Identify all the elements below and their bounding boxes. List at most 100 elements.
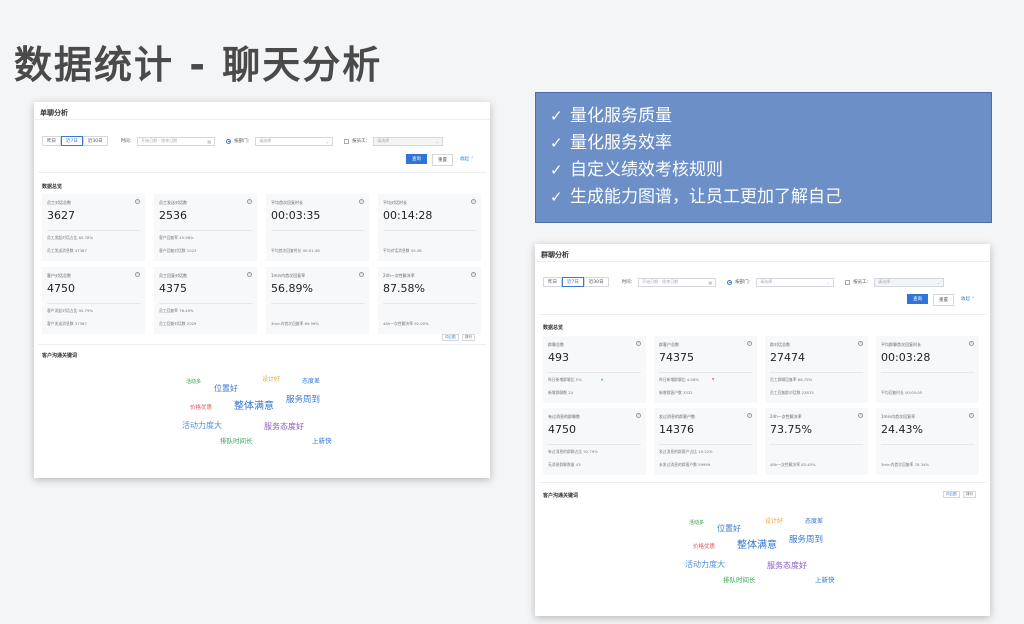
metric-title: 客户对话总数 [47,273,71,278]
info-icon[interactable]: ? [969,413,974,418]
tab-30days[interactable]: 近30日 [583,277,609,287]
ranking-tab[interactable]: 排行 [462,334,475,341]
check-icon: ✓ [550,107,563,125]
metric-card: 员工对话总数? 3627 员工发起对话占比 65.78% 员工发送消息数 47387 [42,194,145,261]
keyword-tag: 态度差 [302,378,321,385]
keyword-tag: 价格优惠 [693,544,716,550]
ranking-tab[interactable]: 排行 [963,491,976,498]
metric-card: 24h一次性解决率? 73.75% 48h一次性解决率 83.45% [765,408,868,475]
date-range-input[interactable]: 开始日期 - 结束日期 ▦ [137,136,216,146]
overview-title: 数据总览 [42,184,63,190]
metric-sub-2: 平均首次回复时长 00:01:48 [271,248,320,253]
info-icon[interactable]: ? [471,272,476,277]
metric-value: 00:03:35 [271,209,321,222]
metric-card: 24h一次性解决率? 87.58% 48h一次性解决率 92.00% [378,267,481,334]
tab-30days[interactable]: 近30日 [82,136,108,146]
metric-sub-2: 无消息群聊数量 43 [548,462,581,467]
metric-card: 员工回复对话数? 4375 员工回复率 76.49% 员工回复对话数 2029 [154,267,257,334]
info-icon[interactable]: ? [858,413,863,418]
collapse-link[interactable]: 收起 ⌃ [961,296,975,302]
metric-sub-1: 客户发起对话占比 92.79% [47,308,94,313]
metric-title: 有过消息的群聊数 [548,414,580,419]
metric-value: 3627 [47,209,75,222]
dept-label: 按部门： [735,280,754,285]
metric-sub-2: 员工发送消息数 47387 [47,248,87,253]
reset-button[interactable]: 重置 [933,294,954,306]
chevron-down-icon: ⌄ [435,138,440,144]
info-icon[interactable]: ? [247,199,252,204]
tab-7days[interactable]: 近7日 [61,136,83,146]
metric-sub-2: 新增群聊数 24 [548,390,574,395]
metric-sub-2: 3min内首次回复率 78.34% [881,462,930,467]
staff-checkbox[interactable] [344,138,350,144]
metric-card: 群聊总数? 493 昨日新增群聊比 5% ▲ 新增群聊数 24 [543,336,646,403]
metric-card: 群对话总数? 27474 员工群聊回复率 66.75% 员工回复群对话数 23833 [765,336,868,403]
info-icon[interactable]: ? [747,413,752,418]
keyword-tag: 整体满意 [234,401,274,412]
metric-card: 有过消息的群聊数? 4750 有过消息的群聊占比 92.79% 无消息群聊数量 43 [543,408,646,475]
info-icon[interactable]: ? [636,413,641,418]
keyword-tag: 设计好 [262,376,281,383]
bullet-text: 量化服务效率 [570,133,672,153]
metric-sub-2: 未发过消息的群客户数 59999 [659,462,711,467]
info-icon[interactable]: ? [747,341,752,346]
metric-sub-1: 发过消息的群客户占比 19.22% [659,449,713,454]
keyword-tag: 活动力度大 [182,421,222,430]
info-icon[interactable]: ? [135,199,140,204]
metric-title: 发过消息的群客户数 [659,414,695,419]
calendar-icon: ▦ [708,279,713,285]
staff-label: 按员工： [352,139,371,144]
metric-value: 14376 [659,423,694,436]
calendar-icon: ▦ [207,138,212,144]
metric-sub-2: 3min内首次回复率 69.56% [271,321,320,326]
dept-radio[interactable] [727,279,733,285]
metric-sub-1: 员工发起对话占比 65.78% [47,235,94,240]
metric-card: 发过消息的群客户数? 14376 发过消息的群客户占比 19.22% 未发过消息的群客… [654,408,757,475]
keyword-tag: 上新快 [312,437,332,445]
bullet-item: ✓ 量化服务质量 [550,103,977,130]
keywords-title: 客户沟通关键词 [543,493,579,499]
keyword-tag: 价格优惠 [190,405,213,411]
metric-sub-2: 员工回复对话数 2029 [159,321,197,326]
tab-yesterday[interactable]: 昨日 [543,277,562,287]
time-label: 时间： [621,280,636,285]
reset-button[interactable]: 重置 [432,154,453,166]
info-icon[interactable]: ? [359,199,364,204]
info-icon[interactable]: ? [858,341,863,346]
metric-sub-1: 昨日新增群聊比 4.56% [659,377,699,382]
metric-value: 56.89% [271,282,313,295]
date-range-input[interactable]: 开始日期 - 结束日期 ▦ [638,277,717,287]
bullet-item: ✓ 自定义绩效考核规则 [550,157,977,184]
staff-checkbox[interactable] [845,279,851,285]
keyword-tag: 活动多 [689,520,705,526]
keyword-tag: 排队时间长 [220,437,253,445]
info-icon[interactable]: ? [471,199,476,204]
dept-select[interactable]: 请选择 ⌄ [255,136,334,146]
info-icon[interactable]: ? [969,341,974,346]
query-button[interactable]: 查询 [406,154,427,164]
metric-title: 1min内首次回复率 [271,273,306,278]
metric-value: 74375 [659,351,694,364]
metric-value: 2536 [159,209,187,222]
info-icon[interactable]: ? [636,341,641,346]
tab-7days[interactable]: 近7日 [562,277,584,287]
tab-yesterday[interactable]: 昨日 [42,136,61,146]
collapse-link[interactable]: 收起 ⌃ [460,156,474,162]
metric-sub-2: 48h一次性解决率 92.00% [383,321,429,326]
info-icon[interactable]: ? [359,272,364,277]
single-chat-panel: 单聊分析 昨日 近7日 近30日 时间： 开始日期 - 结束日期 ▦ 按部门： 请… [34,102,490,478]
wordcloud-tab[interactable]: 词云图 [943,491,960,498]
staff-select[interactable]: 请选择 ⌄ [373,136,444,146]
metric-title: 平均群聊首次回复时长 [881,342,921,347]
dept-select[interactable]: 请选择 ⌄ [756,277,835,287]
staff-select[interactable]: 请选择 ⌄ [874,277,945,287]
dept-radio[interactable] [226,138,232,144]
info-icon[interactable]: ? [247,272,252,277]
metric-sub-1: 有过消息的群聊占比 92.79% [548,449,598,454]
keyword-tag: 活动力度大 [685,560,725,569]
wordcloud-tab[interactable]: 词云图 [442,334,459,341]
metric-value: 27474 [770,351,805,364]
info-icon[interactable]: ? [135,272,140,277]
metric-title: 员工回复对话数 [159,273,187,278]
query-button[interactable]: 查询 [907,294,928,304]
